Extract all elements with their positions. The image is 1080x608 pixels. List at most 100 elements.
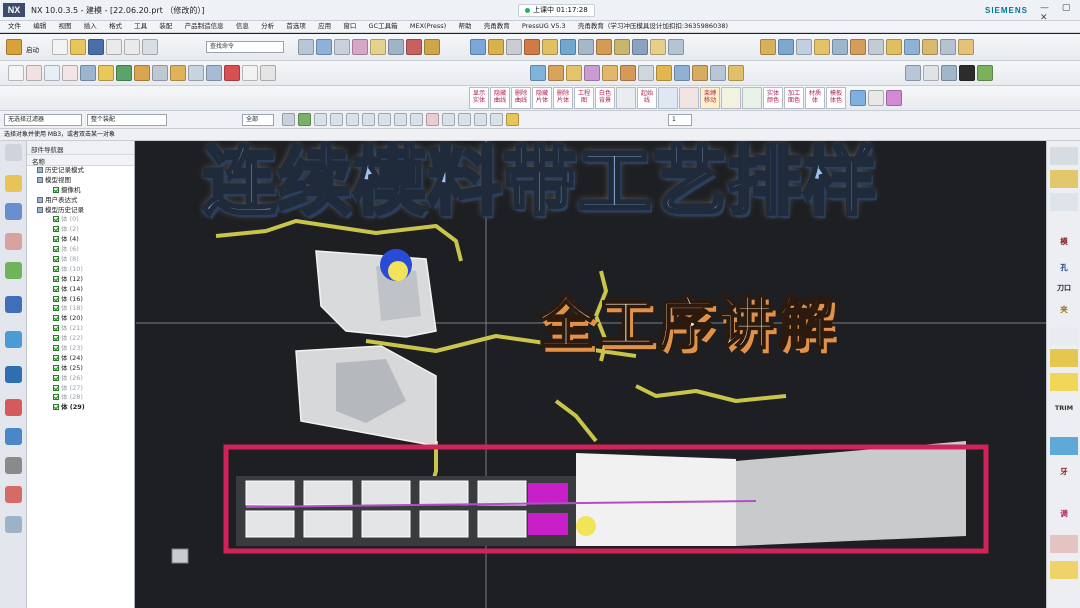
arrow-right-button[interactable] bbox=[742, 87, 762, 109]
folder-icon[interactable] bbox=[37, 196, 43, 203]
extend-icon[interactable] bbox=[424, 39, 440, 55]
count-field[interactable]: 1 bbox=[668, 114, 692, 126]
reuse-library-icon[interactable] bbox=[5, 262, 22, 279]
snap-on-face-icon[interactable] bbox=[410, 113, 423, 126]
chamfer-icon[interactable] bbox=[524, 39, 540, 55]
datum-icon[interactable] bbox=[98, 65, 114, 81]
trim-button[interactable]: TRIM bbox=[1050, 399, 1078, 417]
tree-node-body[interactable]: 体 (2) bbox=[27, 225, 134, 235]
checkbox-icon[interactable] bbox=[53, 394, 59, 401]
snap-arc-center-icon[interactable] bbox=[346, 113, 359, 126]
boss-icon[interactable] bbox=[170, 65, 186, 81]
right-tool-icon-9[interactable] bbox=[1050, 561, 1078, 579]
tree-node-body[interactable]: 体 (29) bbox=[27, 403, 134, 413]
right-tool-icon-7[interactable] bbox=[1050, 437, 1078, 455]
checkbox-icon[interactable] bbox=[53, 345, 59, 352]
hole-icon[interactable] bbox=[152, 65, 168, 81]
snap-midpoint-icon[interactable] bbox=[298, 113, 311, 126]
snap-intersection-icon[interactable] bbox=[330, 113, 343, 126]
blend-icon[interactable] bbox=[506, 39, 522, 55]
menu-tools[interactable]: 工具 bbox=[129, 21, 152, 32]
snap-star-icon[interactable] bbox=[506, 113, 519, 126]
checkbox-icon[interactable] bbox=[53, 295, 59, 302]
resize-face-icon[interactable] bbox=[602, 65, 618, 81]
hd3d-tools-icon[interactable] bbox=[5, 296, 22, 313]
snap-pole-icon[interactable] bbox=[426, 113, 439, 126]
pattern-face-icon[interactable] bbox=[692, 65, 708, 81]
tree-node-body[interactable]: 体 (8) bbox=[27, 255, 134, 265]
offset-face-icon[interactable] bbox=[868, 39, 884, 55]
checkbox-icon[interactable] bbox=[53, 285, 59, 292]
unfold-icon[interactable] bbox=[922, 39, 938, 55]
spline-icon[interactable] bbox=[62, 65, 78, 81]
move-face-icon[interactable] bbox=[584, 65, 600, 81]
checkbox-icon[interactable] bbox=[53, 315, 59, 322]
arrow-down-icon[interactable] bbox=[530, 65, 546, 81]
folder-icon[interactable] bbox=[37, 167, 43, 173]
menu-insert[interactable]: 插入 bbox=[79, 21, 102, 32]
selection-scope-select[interactable]: 整个装配 bbox=[87, 114, 167, 126]
ruled-icon[interactable] bbox=[832, 39, 848, 55]
trim-sheet-icon[interactable] bbox=[886, 39, 902, 55]
tree-node-body[interactable]: 体 (16) bbox=[27, 295, 134, 305]
unite-icon[interactable] bbox=[578, 39, 594, 55]
right-tool-icon-6[interactable] bbox=[1050, 373, 1078, 391]
checkbox-icon[interactable] bbox=[53, 384, 59, 391]
sm-icon[interactable] bbox=[260, 65, 276, 81]
hide-sheet-button[interactable]: 隐藏片体 bbox=[532, 87, 552, 109]
menu-mex-press[interactable]: MEX(Press) bbox=[405, 21, 451, 32]
tree-node-body[interactable]: 体 (4) bbox=[27, 235, 134, 245]
revolve-icon[interactable] bbox=[488, 39, 504, 55]
menu-analysis[interactable]: 分析 bbox=[256, 21, 279, 32]
folder-icon[interactable] bbox=[37, 176, 43, 183]
type-filter-select[interactable]: 无选择过滤器 bbox=[4, 114, 82, 126]
magenta-tool-icon[interactable] bbox=[886, 90, 902, 106]
tree-node-body[interactable]: 体 (21) bbox=[27, 324, 134, 334]
line-icon[interactable] bbox=[44, 65, 60, 81]
layer-icon[interactable] bbox=[298, 39, 314, 55]
menu-education-contact[interactable]: 壳甬教育（学习冲压模具设计加扣扣:3635986038) bbox=[573, 21, 733, 32]
replace-face-icon[interactable] bbox=[548, 65, 564, 81]
checkbox-icon[interactable] bbox=[53, 246, 59, 253]
command-search-input[interactable]: 查找命令 bbox=[206, 41, 284, 53]
save-icon[interactable] bbox=[88, 39, 104, 55]
offset-icon[interactable] bbox=[388, 39, 404, 55]
tree-node-body[interactable]: 体 (22) bbox=[27, 334, 134, 344]
color-cube-icon[interactable] bbox=[224, 65, 240, 81]
right-tool-icon-4[interactable] bbox=[1050, 327, 1078, 345]
analysis-icon[interactable] bbox=[958, 39, 974, 55]
right-tool-icon-2[interactable] bbox=[1050, 170, 1078, 188]
menu-pmi[interactable]: 产品制造信息 bbox=[180, 21, 229, 32]
assembly-navigator-icon[interactable] bbox=[5, 203, 22, 220]
checkbox-icon[interactable] bbox=[53, 354, 59, 361]
snap-on-curve-icon[interactable] bbox=[394, 113, 407, 126]
block-icon[interactable] bbox=[134, 65, 150, 81]
patch-icon[interactable] bbox=[650, 39, 666, 55]
menu-information[interactable]: 信息 bbox=[231, 21, 254, 32]
manufacturing-wizards-icon[interactable] bbox=[5, 457, 22, 474]
menu-assemblies[interactable]: 装配 bbox=[154, 21, 177, 32]
roles-icon[interactable] bbox=[5, 486, 22, 503]
checkbox-icon[interactable] bbox=[53, 275, 59, 282]
checkbox-icon[interactable] bbox=[53, 256, 59, 263]
white-background-button[interactable]: 白色背景 bbox=[595, 87, 615, 109]
new-icon[interactable] bbox=[52, 39, 68, 55]
delete-curve-button[interactable]: 删除曲线 bbox=[511, 87, 531, 109]
pi-icon-button[interactable] bbox=[616, 87, 636, 109]
checkbox-icon[interactable] bbox=[53, 236, 59, 243]
menu-file[interactable]: 文件 bbox=[0, 21, 26, 32]
bind-move-button[interactable]: 束缚移动 bbox=[700, 87, 720, 109]
machined-face-color-button[interactable]: 加工面色 bbox=[784, 87, 804, 109]
hide-curve-button[interactable]: 隐藏曲线 bbox=[490, 87, 510, 109]
color-icon[interactable] bbox=[977, 65, 993, 81]
drawing-button[interactable]: 工程图 bbox=[574, 87, 594, 109]
point-icon[interactable] bbox=[352, 39, 368, 55]
sweep-icon[interactable] bbox=[796, 39, 812, 55]
constraint-navigator-icon[interactable] bbox=[5, 233, 22, 250]
snap-control-icon[interactable] bbox=[314, 113, 327, 126]
divide-face-icon[interactable] bbox=[904, 39, 920, 55]
checkbox-icon[interactable] bbox=[53, 364, 59, 371]
menu-view[interactable]: 视图 bbox=[53, 21, 76, 32]
material-body-button[interactable]: 材质体 bbox=[805, 87, 825, 109]
show-solid-button[interactable]: 显示实体 bbox=[469, 87, 489, 109]
